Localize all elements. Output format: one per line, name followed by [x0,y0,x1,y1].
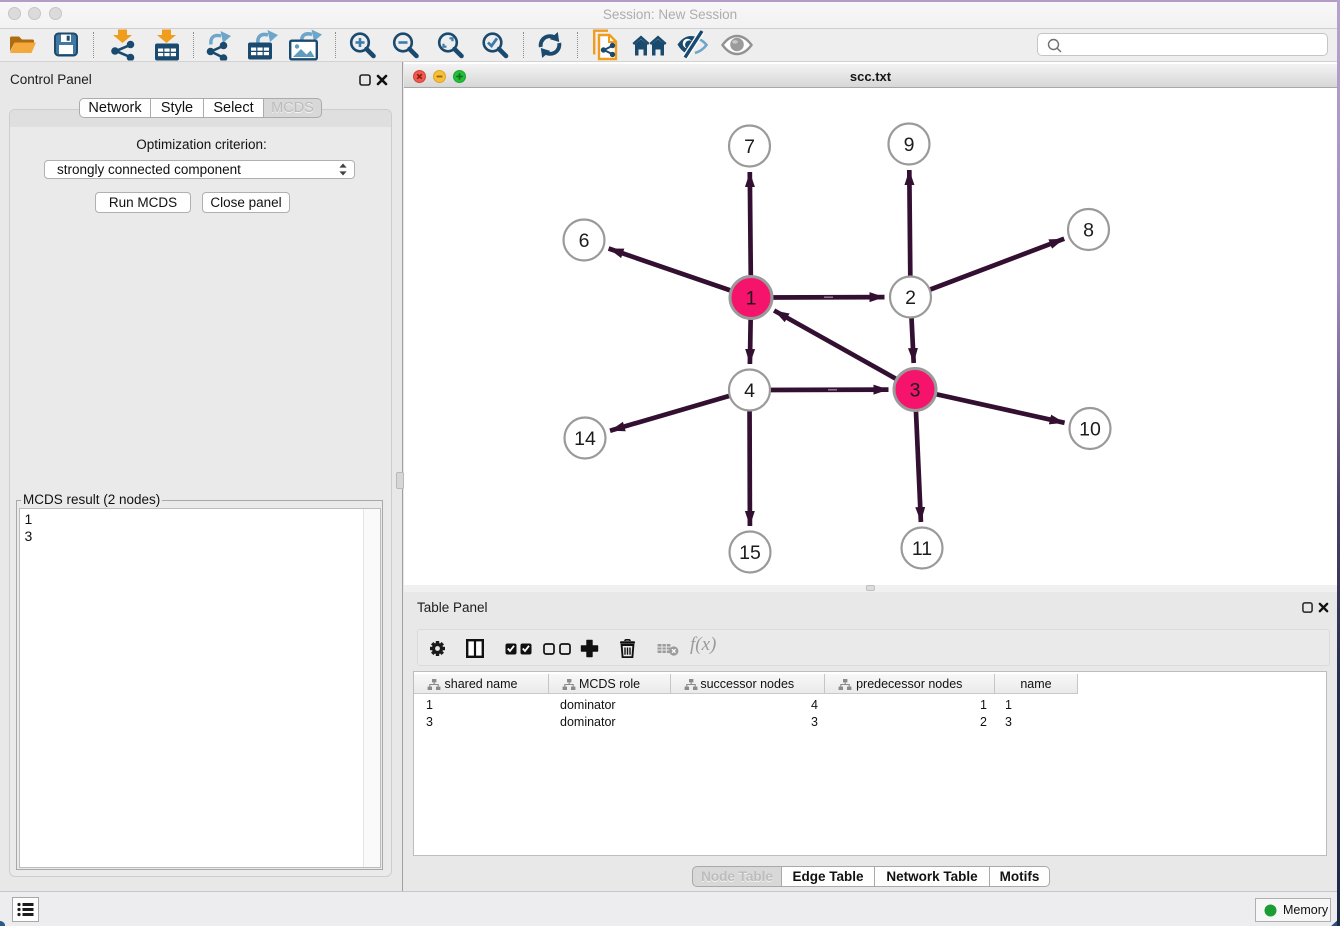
svg-text:10: 10 [1079,419,1101,441]
svg-text:4: 4 [744,380,755,402]
svg-text:2: 2 [905,287,916,309]
svg-text:15: 15 [739,542,761,564]
svg-text:7: 7 [744,136,755,158]
svg-text:9: 9 [904,134,915,156]
svg-text:14: 14 [574,428,596,450]
svg-text:3: 3 [910,380,921,402]
svg-text:6: 6 [579,230,590,252]
svg-text:8: 8 [1083,220,1094,242]
svg-text:11: 11 [912,538,932,560]
svg-text:1: 1 [746,288,757,310]
